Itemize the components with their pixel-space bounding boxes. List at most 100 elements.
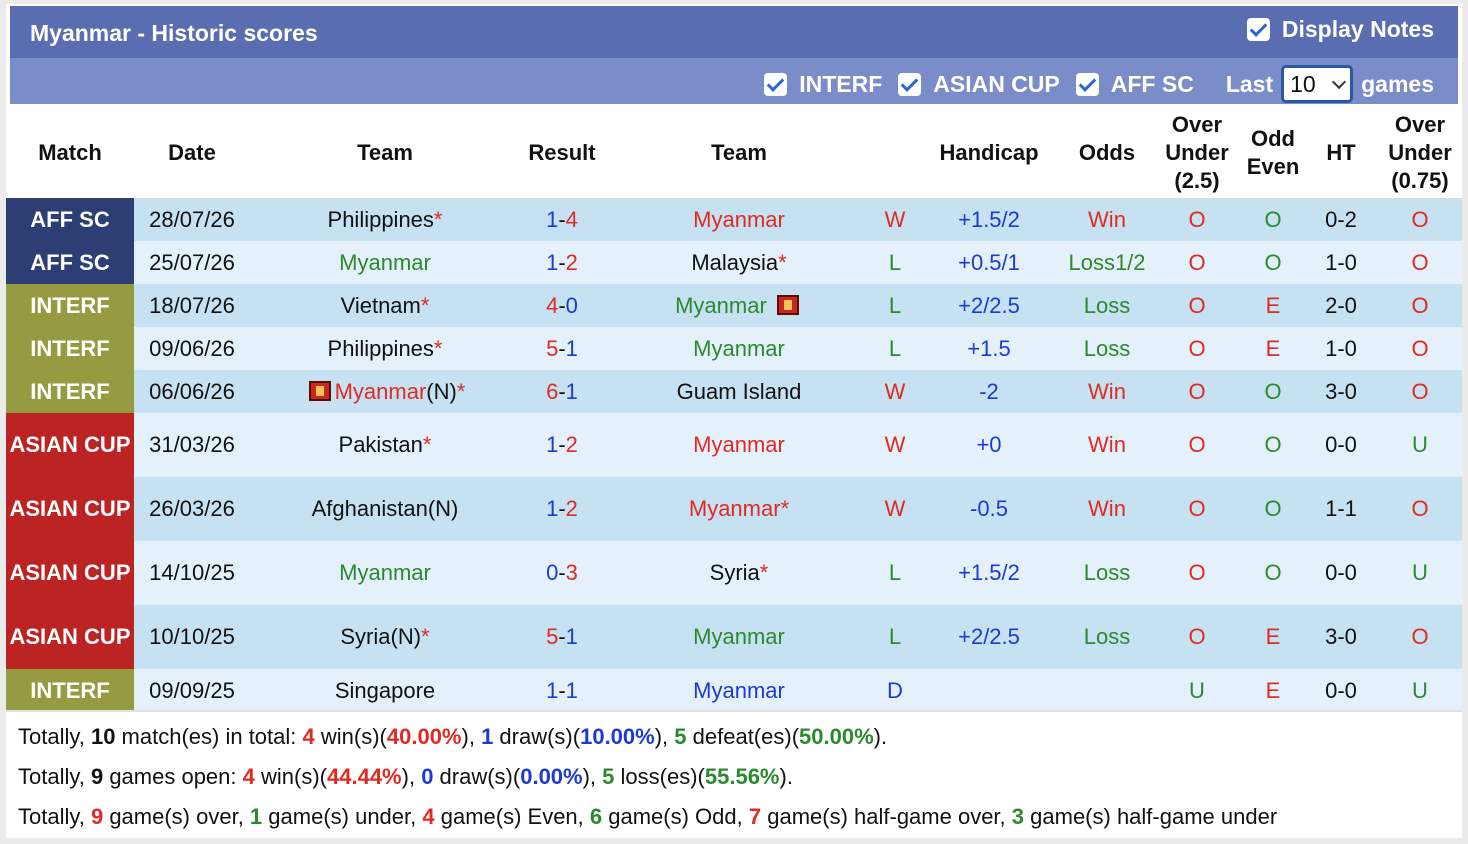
table-row[interactable]: ASIAN CUP 10/10/25 Syria(N)* 5-1 Myanmar L +2/…	[6, 605, 1462, 669]
away-team-cell[interactable]: Syria*	[604, 541, 874, 605]
home-team[interactable]: Myanmar	[339, 560, 431, 585]
result-cell[interactable]: 6-1	[520, 370, 604, 413]
odd-even: E	[1242, 669, 1304, 712]
result-cell[interactable]: 1-2	[520, 413, 604, 477]
away-team[interactable]: Syria	[710, 560, 760, 585]
home-team[interactable]: Philippines	[328, 336, 434, 361]
away-team[interactable]: Myanmar	[693, 624, 785, 649]
filter-asian-cup-checkbox[interactable]	[898, 72, 922, 96]
away-team[interactable]: Myanmar	[693, 678, 785, 703]
summary-segment: match(es) in total:	[115, 724, 303, 749]
display-notes-toggle[interactable]: Display Notes	[1246, 16, 1434, 43]
table-row[interactable]: AFF SC 28/07/26 Philippines* 1-4 Myanmar W +1.…	[6, 198, 1462, 241]
filter-bar: INTERF ASIAN CUP AFF SC Last 10 games	[10, 58, 1458, 104]
home-team-cell[interactable]: Philippines*	[250, 198, 520, 241]
filter-aff-sc-checkbox[interactable]	[1075, 72, 1099, 96]
table-row[interactable]: ASIAN CUP 14/10/25 Myanmar 0-3 Syria* L +1.5/2…	[6, 541, 1462, 605]
competition-badge[interactable]: ASIAN CUP	[6, 541, 134, 605]
result-cell[interactable]: 1-4	[520, 198, 604, 241]
result-cell[interactable]: 0-3	[520, 541, 604, 605]
odds-result: Win	[1062, 477, 1152, 541]
home-team-cell[interactable]: Myanmar	[250, 541, 520, 605]
over-under-2-5: O	[1152, 477, 1242, 541]
half-time-score: 0-0	[1304, 413, 1378, 477]
filter-asian-cup[interactable]: ASIAN CUP	[898, 71, 1060, 98]
result-cell[interactable]: 1-1	[520, 669, 604, 712]
match-date: 09/06/26	[134, 327, 250, 370]
away-team-cell[interactable]: Myanmar	[604, 198, 874, 241]
table-row[interactable]: INTERF 09/09/25 Singapore 1-1 Myanmar D U E 0-0 U	[6, 669, 1462, 712]
table-row[interactable]: ASIAN CUP 26/03/26 Afghanistan(N) 1-2 Myanma…	[6, 477, 1462, 541]
home-team[interactable]: Myanmar	[339, 250, 431, 275]
summary-line-open: Totally, 9 games open: 4 win(s)(44.44%),…	[18, 764, 793, 790]
home-team[interactable]: Myanmar	[335, 379, 427, 404]
win-loss: L	[874, 241, 916, 284]
away-score: 1	[565, 624, 578, 649]
summary-segment: 3	[1011, 804, 1025, 829]
home-team[interactable]: Singapore	[335, 678, 435, 703]
last-games-select[interactable]: 10	[1281, 65, 1354, 103]
away-team[interactable]: Myanmar	[693, 207, 785, 232]
display-notes-checkbox[interactable]	[1246, 18, 1270, 41]
summary-segment: 44.44%	[327, 764, 402, 789]
home-team-cell[interactable]: Pakistan*	[250, 413, 520, 477]
competition-badge[interactable]: ASIAN CUP	[6, 605, 134, 669]
away-team[interactable]: Myanmar	[693, 432, 785, 457]
away-team[interactable]: Guam Island	[677, 379, 802, 404]
away-team-cell[interactable]: Malaysia*	[604, 241, 874, 284]
away-team-cell[interactable]: Guam Island	[604, 370, 874, 413]
summary-segment: 10.00%	[580, 724, 655, 749]
home-team[interactable]: Vietnam	[341, 293, 421, 318]
home-team-cell[interactable]: Myanmar	[250, 241, 520, 284]
competition-badge[interactable]: INTERF	[6, 669, 134, 712]
home-team-cell[interactable]: Afghanistan(N)	[250, 477, 520, 541]
result-cell[interactable]: 1-2	[520, 477, 604, 541]
result-cell[interactable]: 4-0	[520, 284, 604, 327]
away-team[interactable]: Myanmar	[693, 336, 785, 361]
win-loss: W	[874, 477, 916, 541]
filter-interf[interactable]: INTERF	[764, 71, 882, 98]
away-team-cell[interactable]: Myanmar	[604, 284, 874, 327]
home-team[interactable]: Philippines	[328, 207, 434, 232]
result-cell[interactable]: 5-1	[520, 327, 604, 370]
home-team-cell[interactable]: Philippines*	[250, 327, 520, 370]
away-team-cell[interactable]: Myanmar	[604, 605, 874, 669]
table-row[interactable]: INTERF 06/06/26 Myanmar(N)* 6-1 Guam Island W…	[6, 370, 1462, 413]
away-team-cell[interactable]: Myanmar	[604, 669, 874, 712]
home-score: 5	[546, 624, 559, 649]
away-team[interactable]: Myanmar	[675, 293, 767, 318]
competition-badge[interactable]: INTERF	[6, 370, 134, 413]
table-row[interactable]: AFF SC 25/07/26 Myanmar 1-2 Malaysia* L +0.5/1…	[6, 241, 1462, 284]
table-row[interactable]: INTERF 18/07/26 Vietnam* 4-0 Myanmar L +2/2.5…	[6, 284, 1462, 327]
away-team-cell[interactable]: Myanmar	[604, 327, 874, 370]
home-team-cell[interactable]: Vietnam*	[250, 284, 520, 327]
home-team-cell[interactable]: Myanmar(N)*	[250, 370, 520, 413]
column-header: HT	[1326, 140, 1356, 165]
competition-badge[interactable]: AFF SC	[6, 198, 134, 241]
away-team[interactable]: Myanmar	[689, 496, 781, 521]
away-team-cell[interactable]: Myanmar*	[604, 477, 874, 541]
competition-badge[interactable]: ASIAN CUP	[6, 413, 134, 477]
home-team-cell[interactable]: Syria(N)*	[250, 605, 520, 669]
competition-badge[interactable]: AFF SC	[6, 241, 134, 284]
home-team[interactable]: Afghanistan(N)	[312, 496, 459, 521]
home-team[interactable]: Syria(N)	[340, 624, 421, 649]
competition-badge[interactable]: ASIAN CUP	[6, 477, 134, 541]
filter-aff-sc[interactable]: AFF SC	[1075, 71, 1194, 98]
table-row[interactable]: ASIAN CUP 31/03/26 Pakistan* 1-2 Myanmar W +0 W…	[6, 413, 1462, 477]
home-team[interactable]: Pakistan	[339, 432, 423, 457]
competition-badge[interactable]: INTERF	[6, 284, 134, 327]
match-date: 18/07/26	[134, 284, 250, 327]
away-team-cell[interactable]: Myanmar	[604, 413, 874, 477]
result-cell[interactable]: 5-1	[520, 605, 604, 669]
odds-result: Loss	[1062, 541, 1152, 605]
table-row[interactable]: INTERF 09/06/26 Philippines* 5-1 Myanmar L +1.…	[6, 327, 1462, 370]
filter-asian-cup-label: ASIAN CUP	[933, 70, 1060, 97]
away-team[interactable]: Malaysia	[691, 250, 778, 275]
summary-segment: game(s) under,	[262, 804, 423, 829]
home-team-cell[interactable]: Singapore	[250, 669, 520, 712]
competition-badge[interactable]: INTERF	[6, 327, 134, 370]
home-score: 1	[546, 432, 559, 457]
filter-interf-checkbox[interactable]	[764, 72, 788, 96]
result-cell[interactable]: 1-2	[520, 241, 604, 284]
